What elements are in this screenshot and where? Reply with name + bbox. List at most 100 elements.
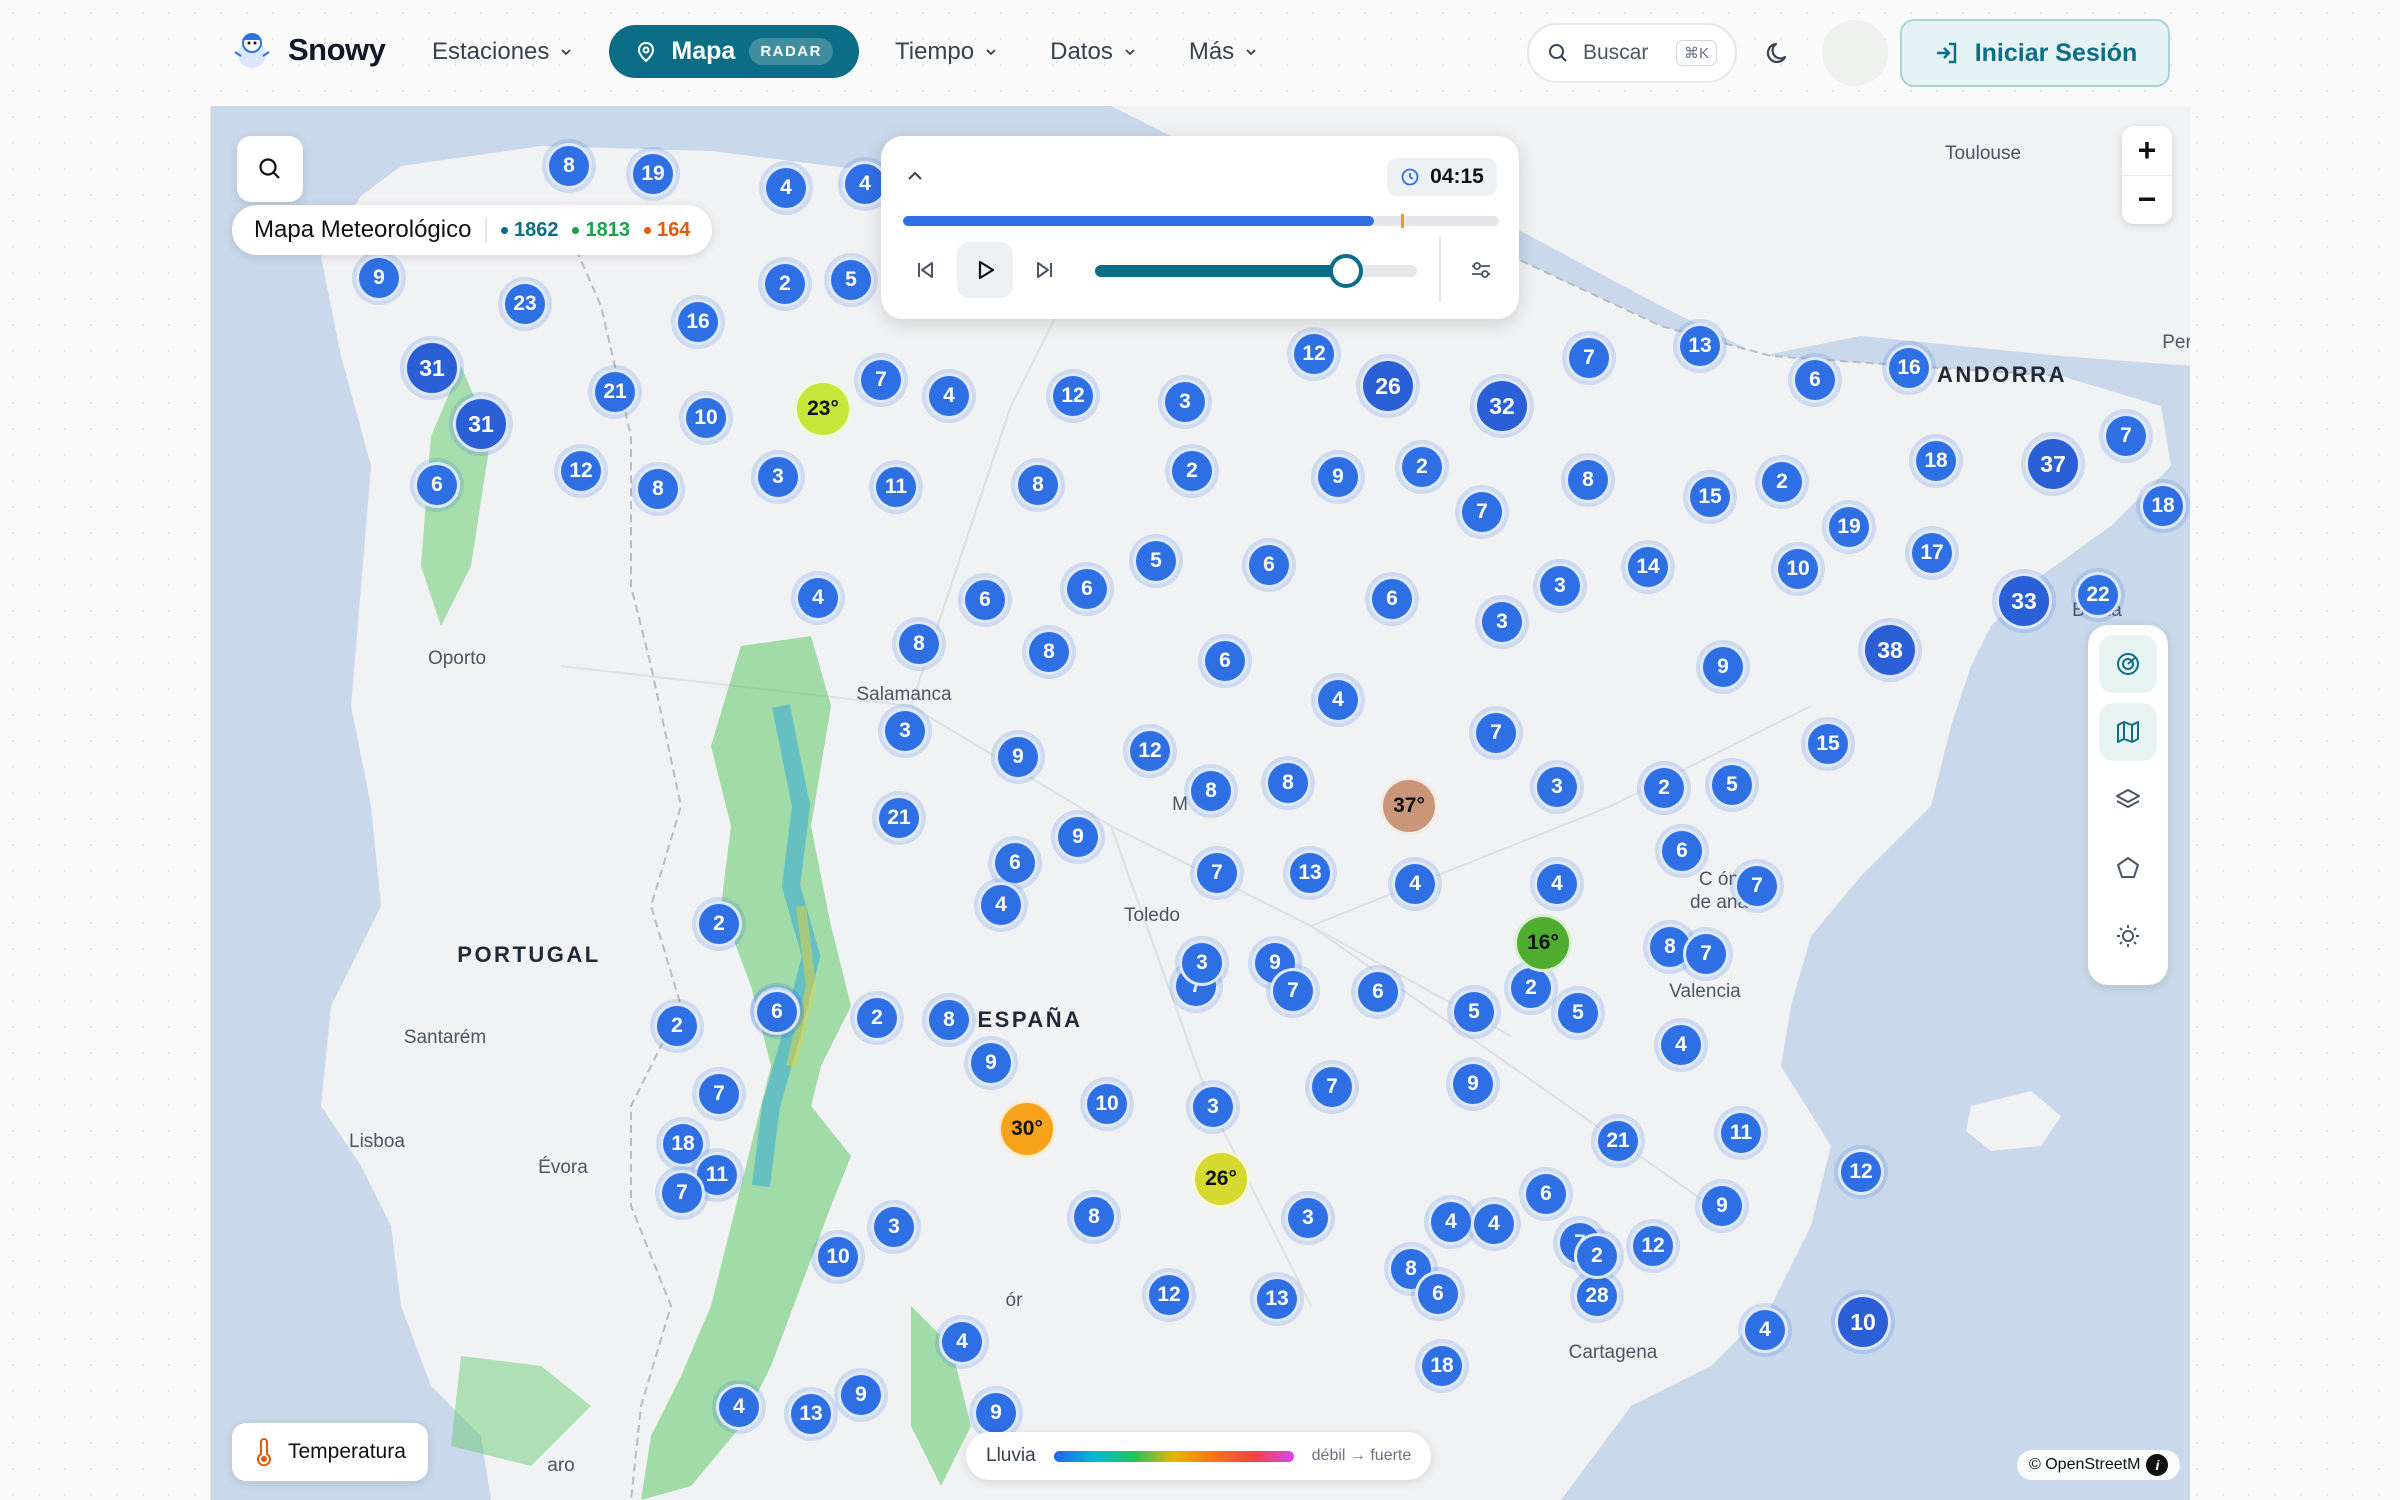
station-cluster[interactable]: 8 [1188, 768, 1234, 814]
temperature-marker[interactable]: 37° [1380, 777, 1438, 835]
station-cluster[interactable]: 6 [1792, 357, 1838, 403]
skip-forward-button[interactable] [1017, 242, 1073, 298]
temperature-marker[interactable]: 26° [1192, 1150, 1250, 1208]
station-cluster[interactable]: 18 [1419, 1343, 1465, 1389]
station-cluster[interactable]: 2 [1508, 965, 1554, 1011]
station-cluster[interactable]: 12 [1291, 331, 1337, 377]
station-cluster[interactable]: 7 [2103, 413, 2149, 459]
skip-back-button[interactable] [897, 242, 953, 298]
station-cluster[interactable]: 4 [939, 1319, 985, 1365]
theme-toggle[interactable] [1758, 32, 1800, 74]
station-cluster[interactable]: 2 [696, 901, 742, 947]
player-settings-button[interactable] [1453, 242, 1509, 298]
station-cluster[interactable]: 8 [926, 997, 972, 1043]
station-cluster[interactable]: 7 [1270, 968, 1316, 1014]
station-cluster[interactable]: 6 [992, 840, 1038, 886]
station-cluster[interactable]: 9 [1699, 1183, 1745, 1229]
station-cluster[interactable]: 9 [968, 1040, 1014, 1086]
station-cluster[interactable]: 12 [1127, 728, 1173, 774]
station-cluster[interactable]: 8 [1265, 760, 1311, 806]
station-cluster[interactable]: 18 [1913, 438, 1959, 484]
map-layer-button[interactable] [2099, 703, 2157, 761]
station-cluster[interactable]: 10 [683, 395, 729, 441]
station-cluster[interactable]: 19 [630, 151, 676, 197]
station-cluster[interactable]: 6 [1523, 1171, 1569, 1217]
avatar[interactable] [1822, 20, 1888, 86]
temperature-marker[interactable]: 30° [998, 1100, 1056, 1158]
station-cluster[interactable]: 4 [926, 373, 972, 419]
station-cluster[interactable]: 6 [414, 462, 460, 508]
station-cluster[interactable]: 21 [876, 795, 922, 841]
temperature-toggle[interactable]: Temperatura [232, 1423, 428, 1481]
info-icon[interactable]: i [2146, 1454, 2169, 1476]
station-cluster[interactable]: 9 [1055, 814, 1101, 860]
station-cluster[interactable]: 8 [896, 621, 942, 667]
station-cluster[interactable]: 8 [546, 143, 592, 189]
speed-slider[interactable] [1095, 254, 1417, 288]
map-search-button[interactable] [237, 136, 303, 202]
station-cluster[interactable]: 15 [1687, 474, 1733, 520]
station-cluster[interactable]: 5 [1709, 762, 1755, 808]
station-cluster[interactable]: 3 [1285, 1195, 1331, 1241]
station-cluster[interactable]: 10 [1775, 546, 1821, 592]
station-cluster[interactable]: 12 [558, 448, 604, 494]
station-cluster[interactable]: 12 [1838, 1149, 1884, 1195]
station-cluster[interactable]: 8 [1015, 462, 1061, 508]
nav-estaciones[interactable]: Estaciones [416, 28, 589, 76]
station-cluster[interactable]: 8 [1026, 629, 1072, 675]
station-cluster[interactable]: 2 [1641, 765, 1687, 811]
zoom-out-button[interactable]: − [2122, 176, 2172, 225]
station-cluster[interactable]: 13 [1254, 1276, 1300, 1322]
station-cluster[interactable]: 10 [815, 1234, 861, 1280]
station-cluster[interactable]: 26 [1360, 358, 1416, 414]
station-cluster[interactable]: 2 [854, 995, 900, 1041]
station-cluster[interactable]: 14 [1625, 544, 1671, 590]
station-cluster[interactable]: 9 [356, 255, 402, 301]
station-cluster[interactable]: 6 [1659, 828, 1705, 874]
station-cluster[interactable]: 9 [973, 1390, 1019, 1436]
map-attribution[interactable]: © OpenStreetM i [2017, 1450, 2181, 1480]
station-cluster[interactable]: 5 [1555, 990, 1601, 1036]
station-cluster[interactable]: 8 [635, 466, 681, 512]
station-cluster[interactable]: 17 [1909, 530, 1955, 576]
polygon-button[interactable] [2099, 839, 2157, 897]
station-cluster[interactable]: 28 [1574, 1273, 1620, 1319]
station-cluster[interactable]: 9 [995, 734, 1041, 780]
station-cluster[interactable]: 4 [1534, 861, 1580, 907]
station-cluster[interactable]: 31 [453, 396, 509, 452]
station-cluster[interactable]: 10 [1084, 1081, 1130, 1127]
station-cluster[interactable]: 6 [962, 577, 1008, 623]
station-cluster[interactable]: 11 [873, 464, 919, 510]
layers-button[interactable] [2099, 771, 2157, 829]
station-cluster[interactable]: 4 [716, 1384, 762, 1430]
station-cluster[interactable]: 6 [1415, 1271, 1461, 1317]
nav-mapa[interactable]: Mapa RADAR [609, 25, 859, 78]
station-cluster[interactable]: 12 [1146, 1272, 1192, 1318]
station-cluster[interactable]: 31 [404, 340, 460, 396]
station-cluster[interactable]: 16 [1886, 345, 1932, 391]
station-cluster[interactable]: 21 [1595, 1118, 1641, 1164]
station-cluster[interactable]: 4 [1428, 1199, 1474, 1245]
station-cluster[interactable]: 4 [795, 575, 841, 621]
station-cluster[interactable]: 13 [788, 1391, 834, 1437]
station-cluster[interactable]: 12 [1630, 1223, 1676, 1269]
station-cluster[interactable]: 9 [1450, 1061, 1496, 1107]
station-cluster[interactable]: 9 [1700, 644, 1746, 690]
station-cluster[interactable]: 6 [1369, 576, 1415, 622]
station-cluster[interactable]: 4 [763, 165, 809, 211]
station-cluster[interactable]: 23 [502, 281, 548, 327]
station-cluster[interactable]: 3 [1179, 940, 1225, 986]
station-cluster[interactable]: 7 [1194, 850, 1240, 896]
station-cluster[interactable]: 2 [762, 261, 808, 307]
station-cluster[interactable]: 5 [828, 257, 874, 303]
station-cluster[interactable]: 4 [1315, 677, 1361, 723]
station-cluster[interactable]: 5 [1451, 989, 1497, 1035]
station-cluster[interactable]: 2 [1759, 459, 1805, 505]
station-cluster[interactable]: 4 [1392, 861, 1438, 907]
station-cluster[interactable]: 9 [1315, 454, 1361, 500]
station-cluster[interactable]: 2 [1169, 448, 1215, 494]
station-cluster[interactable]: 8 [1071, 1194, 1117, 1240]
station-cluster[interactable]: 7 [1309, 1064, 1355, 1110]
station-cluster[interactable]: 19 [1826, 504, 1872, 550]
timeline-bar[interactable] [903, 214, 1499, 228]
